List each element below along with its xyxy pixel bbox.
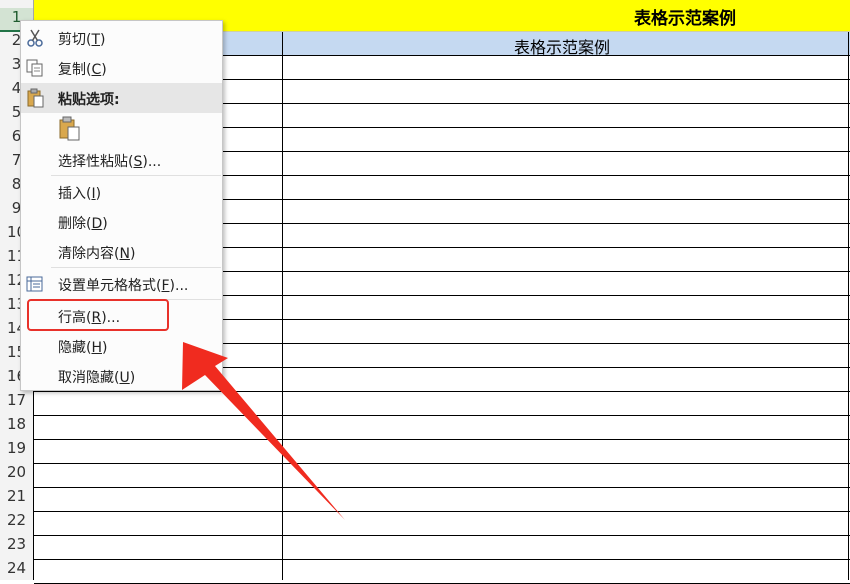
pointer-arrow-icon [182, 342, 345, 520]
